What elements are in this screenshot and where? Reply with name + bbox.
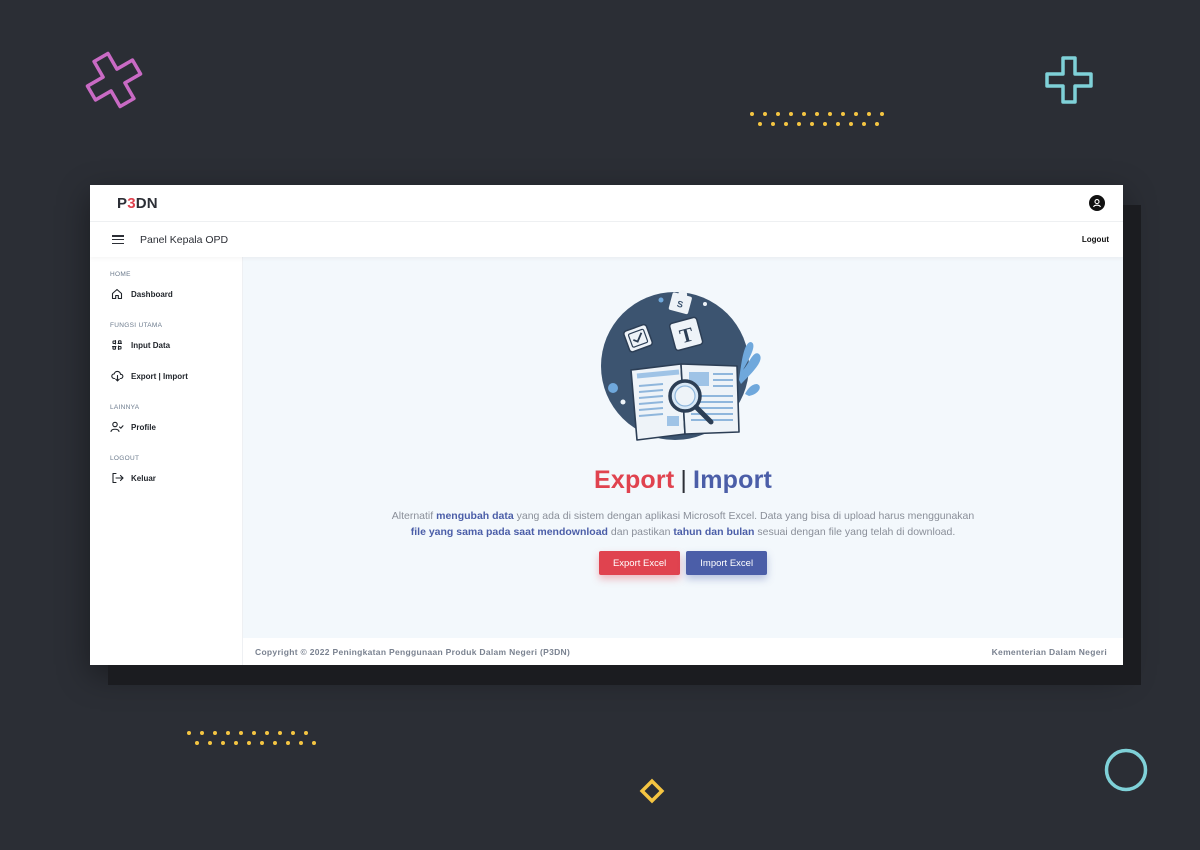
desc-text-3: dan pastikan [607, 526, 674, 538]
footer-org: Kementerian Dalam Negeri [991, 646, 1107, 657]
user-check-icon [110, 420, 124, 434]
top-bar: P3DN [90, 185, 1123, 222]
dots-decoration-top [750, 112, 884, 132]
action-buttons: Export Excel Import Excel [598, 551, 768, 575]
desc-emphasis-3: tahun dan bulan [673, 526, 755, 538]
brand-prefix: P [117, 194, 128, 212]
footer-copyright: Copyright © 2022 Peningkatan Penggunaan … [255, 646, 571, 657]
headline-import: Import [693, 466, 773, 494]
yellow-diamond-decoration [639, 778, 665, 804]
panel-title: Panel Kepala OPD [140, 233, 229, 246]
user-avatar-icon [1093, 199, 1101, 208]
sidebar-item-profile[interactable]: Profile [110, 420, 242, 434]
logout-link[interactable]: Logout [1082, 235, 1109, 244]
footer: Copyright © 2022 Peningkatan Penggunaan … [243, 638, 1123, 665]
sidebar-item-label: Keluar [131, 473, 156, 483]
desc-text-2: yang ada di sistem dengan aplikasi Micro… [513, 510, 975, 522]
home-icon [110, 287, 124, 301]
sidebar-item-keluar[interactable]: Keluar [110, 471, 242, 485]
sidebar: HOME Dashboard FUNGSI UTAMA Input Data E [90, 257, 243, 665]
sidebar-item-dashboard[interactable]: Dashboard [110, 287, 242, 301]
cloud-download-icon [110, 369, 124, 383]
teal-circle-decoration [1104, 748, 1148, 792]
desc-emphasis-1: mengubah data [436, 510, 514, 522]
sidebar-item-label: Dashboard [131, 289, 173, 299]
import-excel-button[interactable]: Import Excel [686, 551, 768, 575]
avatar[interactable] [1089, 195, 1105, 211]
sidebar-item-label: Profile [131, 422, 156, 432]
grid-hash-icon [110, 338, 124, 352]
sidebar-item-input-data[interactable]: Input Data [110, 338, 242, 352]
app-window: P3DN Panel Kepala OPD Logout HOME Dashbo… [90, 185, 1123, 665]
export-import-illustration-icon: S T [601, 290, 761, 441]
headline-separator: | [680, 466, 688, 494]
page-title: Export | Import [594, 466, 772, 495]
pink-cross-decoration [85, 51, 143, 109]
desc-text-1: Alternatif [391, 510, 437, 522]
desc-text-4: sesuai dengan file yang telah di downloa… [754, 526, 956, 538]
brand-suffix: DN [135, 194, 158, 212]
dots-decoration-bottom [187, 731, 316, 751]
sidebar-section-fungsi-utama: FUNGSI UTAMA [110, 322, 163, 329]
sidebar-section-logout: LOGOUT [110, 455, 140, 462]
export-excel-button[interactable]: Export Excel [598, 551, 681, 575]
brand-logo[interactable]: P3DN [117, 195, 158, 212]
sidebar-item-label: Export | Import [131, 371, 188, 381]
brand-accent: 3 [127, 194, 136, 212]
page-description: Alternatif mengubah data yang ada di sis… [383, 508, 983, 540]
headline-export: Export [593, 466, 675, 494]
desc-emphasis-2: file yang sama pada saat mendownload [410, 526, 608, 538]
sub-header: Panel Kepala OPD Logout [90, 222, 1123, 257]
sidebar-section-home: HOME [110, 271, 131, 278]
sign-out-icon [110, 471, 124, 485]
menu-toggle-icon[interactable] [112, 235, 124, 244]
sidebar-section-lainnya: LAINNYA [110, 404, 140, 411]
main-content: S T Export | Import Alternatif mengubah … [243, 257, 1123, 665]
sidebar-item-label: Input Data [131, 340, 171, 350]
sidebar-item-export-import[interactable]: Export | Import [110, 369, 242, 383]
teal-cross-decoration [1045, 56, 1093, 104]
